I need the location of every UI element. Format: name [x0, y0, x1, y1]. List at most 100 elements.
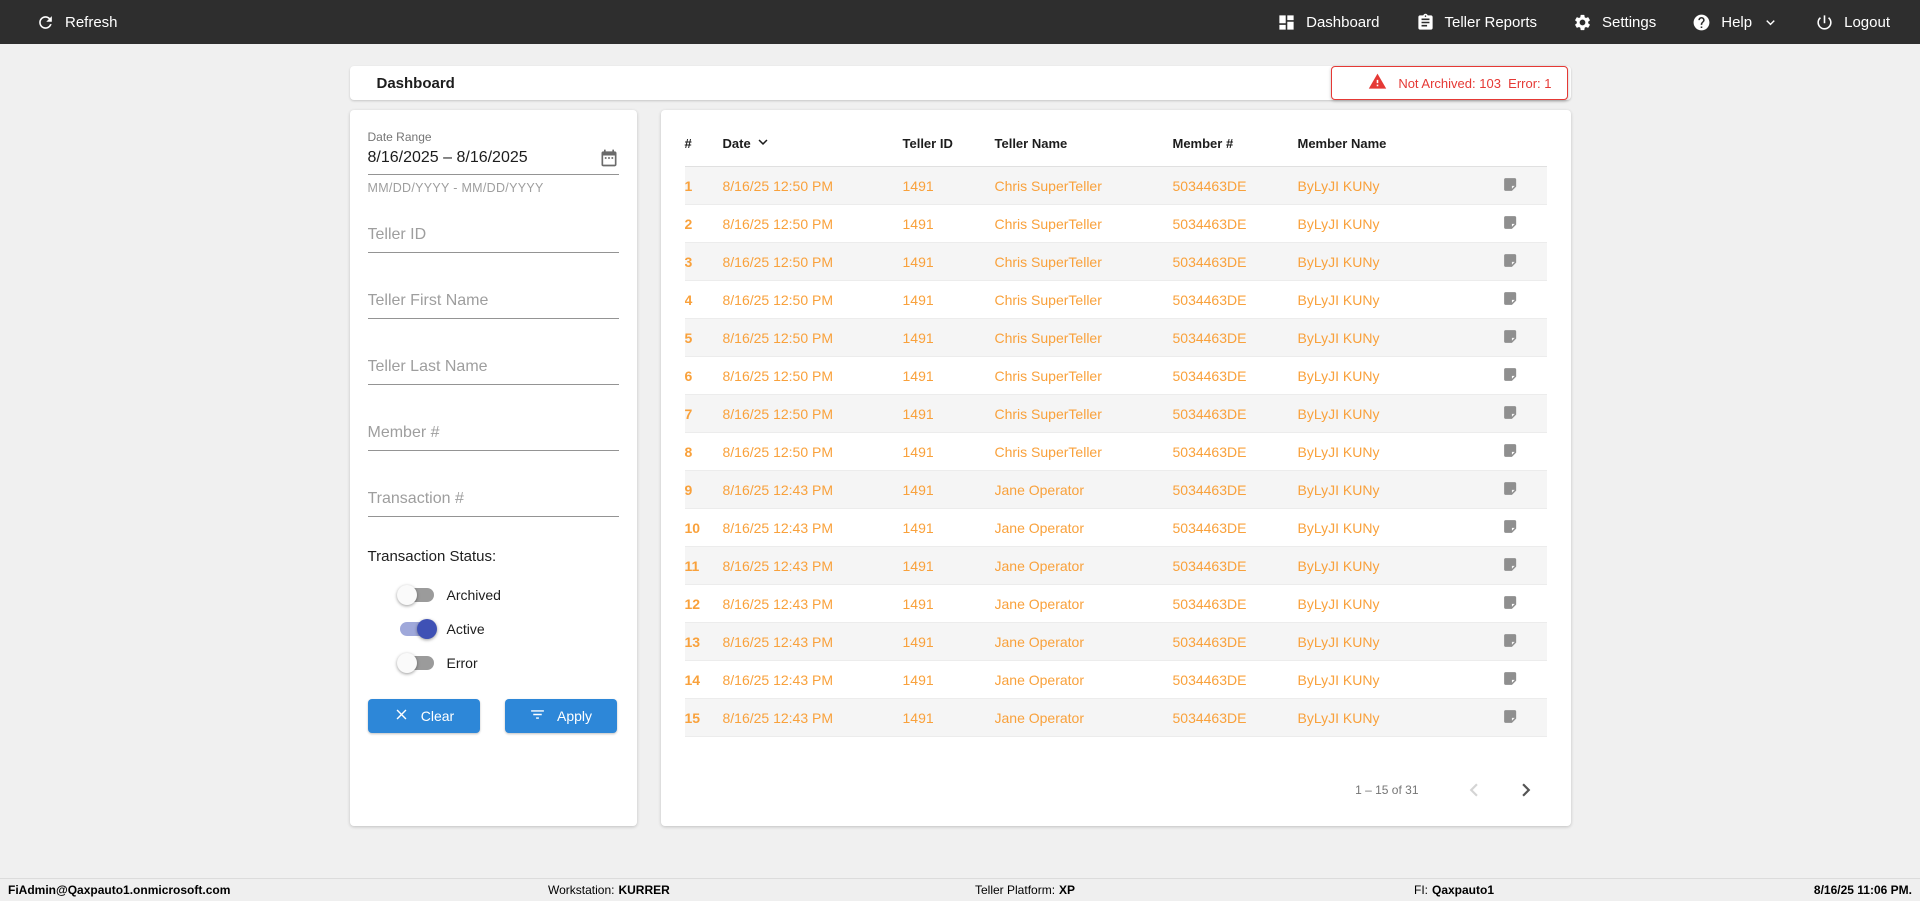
- note-icon[interactable]: [1502, 214, 1519, 231]
- table-row[interactable]: 11 8/16/25 12:43 PM 1491 Jane Operator 50344…: [684, 546, 1547, 585]
- note-icon[interactable]: [1502, 404, 1519, 421]
- transaction-number-input[interactable]: [367, 490, 619, 517]
- row-date: 8/16/25 12:43 PM: [722, 660, 903, 699]
- note-icon[interactable]: [1502, 632, 1519, 649]
- note-icon[interactable]: [1502, 594, 1519, 611]
- row-member-number: 5034463DE: [1172, 622, 1298, 661]
- row-member-name: ByLyJI KUNy: [1297, 242, 1488, 281]
- note-icon[interactable]: [1502, 480, 1519, 497]
- table-row[interactable]: 12 8/16/25 12:43 PM 1491 Jane Operator 50344…: [684, 584, 1547, 623]
- note-icon[interactable]: [1502, 328, 1519, 345]
- row-number: 15: [684, 698, 723, 737]
- status-teller-platform: Teller Platform: XP: [975, 883, 1075, 897]
- not-archived-alert[interactable]: Not Archived: 103 Error: 1: [1330, 66, 1568, 100]
- calendar-icon[interactable]: [599, 148, 619, 168]
- apply-button[interactable]: Apply: [504, 699, 617, 733]
- row-member-number: 5034463DE: [1172, 280, 1298, 319]
- table-row[interactable]: 6 8/16/25 12:50 PM 1491 Chris SuperTeller 50…: [684, 356, 1547, 395]
- note-icon[interactable]: [1502, 252, 1519, 269]
- nav-settings[interactable]: Settings: [1573, 13, 1656, 32]
- date-range-value: 8/16/2025 – 8/16/2025: [367, 149, 528, 166]
- help-icon: [1692, 13, 1711, 32]
- member-number-input[interactable]: [367, 424, 619, 451]
- previous-page-button[interactable]: [1461, 777, 1487, 803]
- row-teller-name: Chris SuperTeller: [994, 394, 1173, 433]
- row-member-number: 5034463DE: [1172, 318, 1298, 357]
- row-member-name: ByLyJI KUNy: [1297, 204, 1488, 243]
- table-row[interactable]: 7 8/16/25 12:50 PM 1491 Chris SuperTeller 50…: [684, 394, 1547, 433]
- next-page-button[interactable]: [1513, 777, 1539, 803]
- status-fi: FI: Qaxpauto1: [1414, 883, 1494, 897]
- column-header-number[interactable]: #: [684, 126, 723, 167]
- row-number: 13: [684, 622, 723, 661]
- table-row[interactable]: 1 8/16/25 12:50 PM 1491 Chris SuperTeller 50…: [684, 166, 1547, 205]
- note-icon[interactable]: [1502, 708, 1519, 725]
- row-member-number: 5034463DE: [1172, 546, 1298, 585]
- warning-icon: [1347, 57, 1388, 109]
- note-icon[interactable]: [1502, 670, 1519, 687]
- date-range-input[interactable]: 8/16/2025 – 8/16/2025: [367, 148, 619, 175]
- row-date: 8/16/25 12:43 PM: [722, 470, 903, 509]
- close-icon: [393, 706, 410, 726]
- archived-switch[interactable]: [396, 585, 434, 605]
- teller-id-input[interactable]: [367, 226, 619, 253]
- column-header-teller-name[interactable]: Teller Name: [994, 126, 1173, 167]
- toggle-archived[interactable]: Archived: [396, 585, 619, 605]
- row-member-number: 5034463DE: [1172, 432, 1298, 471]
- note-icon[interactable]: [1502, 366, 1519, 383]
- column-header-member-number[interactable]: Member #: [1172, 126, 1298, 167]
- table-row[interactable]: 9 8/16/25 12:43 PM 1491 Jane Operator 503446…: [684, 470, 1547, 509]
- row-teller-name: Chris SuperTeller: [994, 204, 1173, 243]
- toggle-active[interactable]: Active: [399, 619, 619, 639]
- column-header-member-name[interactable]: Member Name: [1297, 126, 1488, 167]
- table-row[interactable]: 2 8/16/25 12:50 PM 1491 Chris SuperTeller 50…: [684, 204, 1547, 243]
- table-row[interactable]: 13 8/16/25 12:43 PM 1491 Jane Operator 50344…: [684, 622, 1547, 661]
- column-header-teller-id[interactable]: Teller ID: [902, 126, 995, 167]
- row-date: 8/16/25 12:50 PM: [722, 432, 903, 471]
- teller-last-name-input[interactable]: [367, 358, 619, 385]
- row-number: 5: [684, 318, 723, 357]
- nav-help[interactable]: Help: [1692, 13, 1779, 32]
- error-switch[interactable]: [396, 653, 434, 673]
- note-icon[interactable]: [1502, 442, 1519, 459]
- column-header-date[interactable]: Date: [722, 126, 903, 167]
- clear-button[interactable]: Clear: [367, 699, 480, 733]
- toggle-active-label: Active: [446, 621, 485, 637]
- nav-logout[interactable]: Logout: [1815, 13, 1890, 32]
- row-member-number: 5034463DE: [1172, 394, 1298, 433]
- note-icon[interactable]: [1502, 176, 1519, 193]
- table-row[interactable]: 5 8/16/25 12:50 PM 1491 Chris SuperTeller 50…: [684, 318, 1547, 357]
- row-date: 8/16/25 12:50 PM: [722, 166, 903, 205]
- toggle-error[interactable]: Error: [396, 653, 619, 673]
- row-teller-id: 1491: [902, 660, 995, 699]
- row-date: 8/16/25 12:50 PM: [722, 280, 903, 319]
- alert-text: Not Archived: 103 Error: 1: [1398, 75, 1552, 91]
- refresh-button[interactable]: Refresh: [36, 13, 118, 32]
- table-row[interactable]: 4 8/16/25 12:50 PM 1491 Chris SuperTeller 50…: [684, 280, 1547, 319]
- note-icon[interactable]: [1502, 290, 1519, 307]
- row-teller-id: 1491: [902, 546, 995, 585]
- nav-help-label: Help: [1721, 13, 1753, 31]
- sort-descending-icon: [754, 133, 772, 154]
- table-row[interactable]: 10 8/16/25 12:43 PM 1491 Jane Operator 50344…: [684, 508, 1547, 547]
- row-member-number: 5034463DE: [1172, 356, 1298, 395]
- note-icon[interactable]: [1502, 556, 1519, 573]
- row-date: 8/16/25 12:43 PM: [722, 584, 903, 623]
- row-date: 8/16/25 12:43 PM: [722, 508, 903, 547]
- nav-teller-reports[interactable]: Teller Reports: [1416, 13, 1537, 32]
- table-row[interactable]: 15 8/16/25 12:43 PM 1491 Jane Operator 50344…: [684, 698, 1547, 737]
- table-row[interactable]: 14 8/16/25 12:43 PM 1491 Jane Operator 50344…: [684, 660, 1547, 699]
- row-number: 10: [684, 508, 723, 547]
- pagination: 1 – 15 of 31: [685, 764, 1547, 816]
- row-member-number: 5034463DE: [1172, 508, 1298, 547]
- active-switch[interactable]: [399, 619, 437, 639]
- table-row[interactable]: 3 8/16/25 12:50 PM 1491 Chris SuperTeller 50…: [684, 242, 1547, 281]
- teller-first-name-input[interactable]: [367, 292, 619, 319]
- table-row[interactable]: 8 8/16/25 12:50 PM 1491 Chris SuperTeller 50…: [684, 432, 1547, 471]
- row-member-number: 5034463DE: [1172, 470, 1298, 509]
- nav-dashboard[interactable]: Dashboard: [1277, 13, 1380, 32]
- row-member-name: ByLyJI KUNy: [1297, 622, 1488, 661]
- top-nav-menu: Dashboard Teller Reports Settings Help L…: [1277, 13, 1890, 32]
- row-date: 8/16/25 12:50 PM: [722, 318, 903, 357]
- note-icon[interactable]: [1502, 518, 1519, 535]
